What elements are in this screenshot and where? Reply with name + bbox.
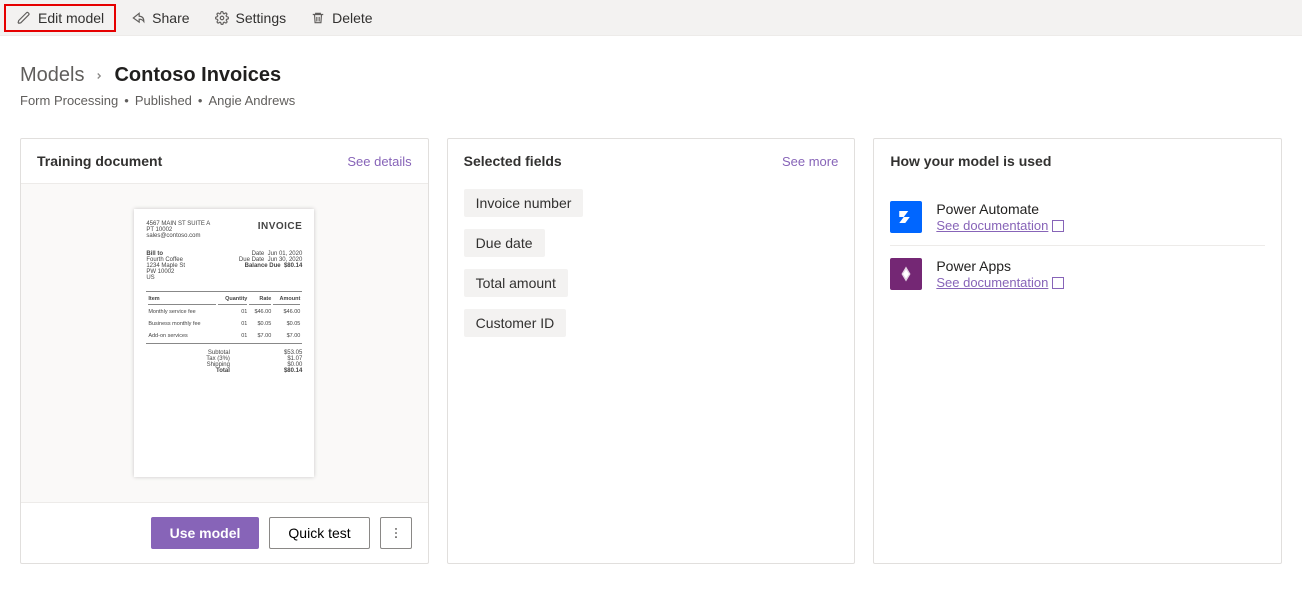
model-type: Form Processing	[20, 93, 118, 108]
usage-row-power-apps: Power Apps See documentation	[890, 245, 1265, 302]
model-status: Published	[135, 93, 192, 108]
usage-row-power-automate: Power Automate See documentation	[890, 189, 1265, 245]
selected-fields-card: Selected fields See more Invoice number …	[447, 138, 856, 564]
more-vertical-icon	[389, 526, 403, 540]
more-actions-button[interactable]	[380, 517, 412, 549]
field-chip: Invoice number	[464, 189, 584, 217]
share-icon	[130, 10, 146, 26]
model-usage-title: How your model is used	[890, 153, 1051, 169]
training-document-thumbnail[interactable]: 4567 MAIN ST SUITE A PT 10002 sales@cont…	[134, 209, 314, 477]
power-automate-icon	[890, 201, 922, 233]
breadcrumb: Models Contoso Invoices	[20, 64, 1282, 87]
share-button[interactable]: Share	[120, 6, 199, 30]
settings-button[interactable]: Settings	[204, 6, 297, 30]
breadcrumb-root[interactable]: Models	[20, 64, 84, 87]
usage-name: Power Automate	[936, 201, 1064, 217]
edit-model-label: Edit model	[38, 10, 104, 26]
training-document-card: Training document See details 4567 MAIN …	[20, 138, 429, 564]
settings-label: Settings	[236, 10, 287, 26]
delete-label: Delete	[332, 10, 372, 26]
pencil-icon	[16, 10, 32, 26]
use-model-button[interactable]: Use model	[151, 517, 260, 549]
field-chip: Customer ID	[464, 309, 567, 337]
doc-billto-4: US	[146, 275, 185, 281]
edit-model-button[interactable]: Edit model	[4, 4, 116, 32]
chevron-right-icon	[94, 71, 104, 81]
see-documentation-link[interactable]: See documentation	[936, 218, 1064, 233]
selected-fields-title: Selected fields	[464, 153, 562, 169]
field-chip: Due date	[464, 229, 545, 257]
see-details-link[interactable]: See details	[347, 154, 411, 169]
field-chip: Total amount	[464, 269, 568, 297]
page-header: Models Contoso Invoices Form Processing•…	[0, 36, 1302, 118]
model-usage-card: How your model is used Power Automate Se…	[873, 138, 1282, 564]
model-owner: Angie Andrews	[208, 93, 295, 108]
doc-invoice-title: INVOICE	[258, 221, 303, 232]
power-apps-icon	[890, 258, 922, 290]
command-bar: Edit model Share Settings Delete	[0, 0, 1302, 36]
gear-icon	[214, 10, 230, 26]
page-title: Contoso Invoices	[114, 64, 281, 87]
training-document-title: Training document	[37, 153, 162, 169]
delete-button[interactable]: Delete	[300, 6, 382, 30]
doc-line-items: ItemQuantityRateAmount Monthly service f…	[146, 291, 302, 344]
see-documentation-link[interactable]: See documentation	[936, 275, 1064, 290]
quick-test-button[interactable]: Quick test	[269, 517, 369, 549]
trash-icon	[310, 10, 326, 26]
model-meta: Form Processing•Published•Angie Andrews	[20, 93, 1282, 108]
see-more-link[interactable]: See more	[782, 154, 838, 169]
usage-name: Power Apps	[936, 258, 1064, 274]
cards-row: Training document See details 4567 MAIN …	[0, 118, 1302, 584]
share-label: Share	[152, 10, 189, 26]
external-link-icon	[1052, 220, 1064, 232]
external-link-icon	[1052, 277, 1064, 289]
